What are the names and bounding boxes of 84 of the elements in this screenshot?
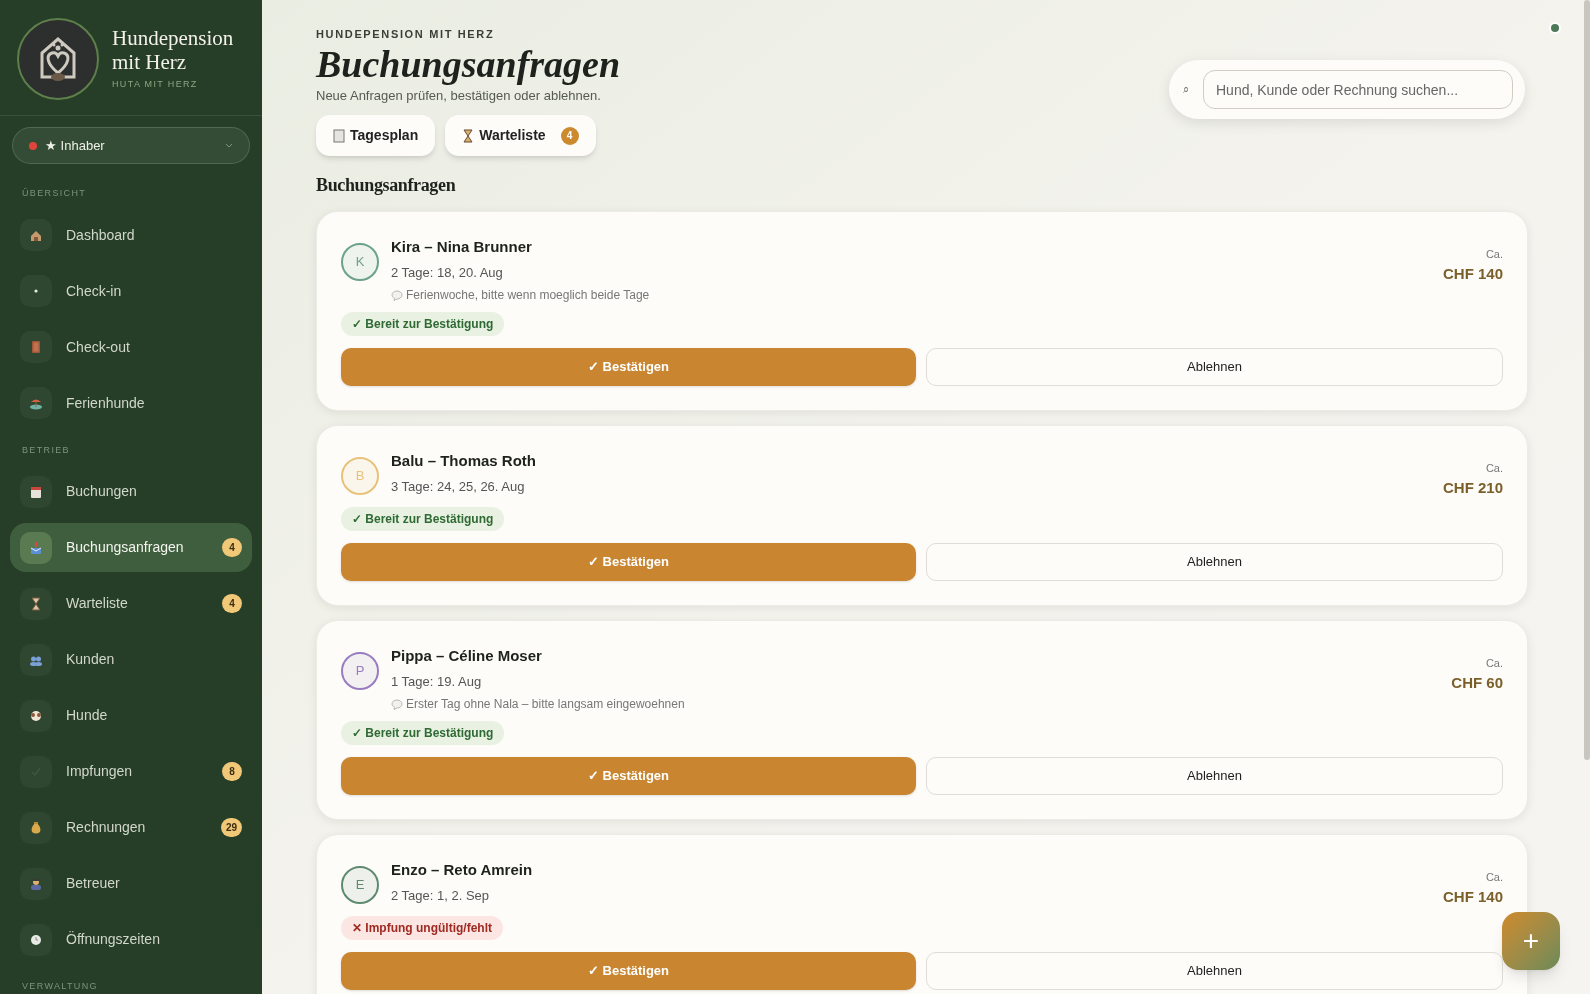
nav-icon (20, 755, 52, 788)
nav-icon (20, 475, 52, 508)
price-label: Ca. (1485, 870, 1503, 885)
scrollbar[interactable] (1584, 0, 1590, 760)
count-badge: 4 (222, 538, 242, 557)
eyebrow-text: HUNDEPENSION MIT HERZ (316, 27, 496, 42)
hourglass-icon (462, 128, 475, 143)
price-label: Ca. (1485, 656, 1503, 671)
avatar: B (341, 457, 379, 495)
count-badge: 4 (560, 126, 579, 145)
reject-button[interactable]: Ablehnen (926, 952, 1503, 990)
count-badge: 8 (222, 762, 242, 781)
nav-icon (20, 699, 52, 732)
nav-item[interactable]: Check-in (10, 266, 252, 316)
request-title: Pippa – Céline Moser (391, 646, 543, 666)
role-select[interactable]: ★ Inhaber (12, 127, 250, 164)
section-label: BETRIEB (21, 443, 71, 457)
request-title: Enzo – Reto Amrein (391, 860, 534, 880)
nav-item[interactable]: Check-out (10, 322, 252, 372)
status-badge: ✓ Bereit zur Bestätigung (341, 507, 505, 531)
speech-bubble-icon (391, 289, 403, 301)
price-label: Ca. (1485, 461, 1503, 476)
request-days: 2 Tage: 1, 2. Sep (391, 885, 1431, 905)
nav-item[interactable]: Öffnungszeiten (10, 915, 252, 964)
nav-icon (20, 587, 52, 620)
nav-item[interactable]: Hunde (10, 691, 252, 740)
brand-subtitle: HUTA MIT HERZ (112, 78, 199, 92)
request-note: Erster Tag ohne Nala – bitte langsam eingewoehnen (406, 696, 685, 713)
request-days: 3 Tage: 24, 25, 26. Aug (391, 476, 1431, 496)
count-badge: 4 (222, 594, 242, 613)
quick-tab[interactable]: Warteliste 4 (445, 115, 596, 156)
nav-icon (20, 275, 52, 307)
nav-icon (20, 331, 52, 363)
nav-item[interactable]: Ferienhunde (10, 378, 252, 428)
reject-button[interactable]: Ablehnen (926, 543, 1503, 581)
status-badge: ✓ Bereit zur Bestätigung (341, 721, 505, 745)
nav-item[interactable]: Impfungen 8 (10, 747, 252, 796)
avatar: P (341, 652, 379, 690)
nav-icon (20, 531, 52, 564)
nav-icon (20, 923, 52, 956)
avatar: E (341, 866, 379, 904)
nav-icon (20, 643, 52, 676)
price-text: CHF 140 (1442, 263, 1503, 284)
search-field[interactable]: Hund, Kunde oder Rechnung suchen... (1203, 70, 1513, 109)
request-days: 1 Tage: 19. Aug (391, 671, 1440, 691)
nav-item[interactable]: Rechnungen 29 (10, 803, 252, 852)
count-badge: 29 (220, 818, 242, 837)
reject-button[interactable]: Ablehnen (926, 348, 1503, 386)
role-label: ★ Inhaber (45, 136, 106, 155)
price-text: CHF 210 (1442, 477, 1503, 498)
speech-bubble-icon (391, 698, 403, 710)
request-title: Kira – Nina Brunner (391, 237, 533, 257)
brand-title: Hundepension mit Herz (112, 26, 235, 75)
nav-icon (20, 219, 52, 251)
calendar-icon (333, 128, 345, 143)
status-badge: ✓ Bereit zur Bestätigung (341, 312, 505, 336)
nav-item[interactable]: Dashboard (10, 210, 252, 260)
logo-icon (16, 17, 100, 101)
nav-icon (20, 387, 52, 419)
nav-item[interactable]: Kunden (10, 635, 252, 684)
avatar: K (341, 243, 379, 281)
nav-icon (20, 867, 52, 900)
price-text: CHF 140 (1442, 886, 1503, 907)
price-label: Ca. (1485, 247, 1503, 262)
reject-button[interactable]: Ablehnen (926, 757, 1503, 795)
page-title: Buchungsanfragen (316, 42, 621, 85)
status-badge: ✕ Impfung ungültig/fehlt (341, 916, 503, 940)
nav-icon (20, 811, 52, 844)
price-text: CHF 60 (1451, 672, 1503, 693)
search-icon: ⌕ (1183, 81, 1193, 98)
quick-tab[interactable]: Tagesplan (316, 115, 436, 156)
request-note: Ferienwoche, bitte wenn moeglich beide Tage (406, 287, 650, 304)
nav-item[interactable]: Buchungen (10, 467, 252, 516)
section-title: Buchungsanfragen (316, 174, 456, 197)
nav-item[interactable]: Warteliste 4 (10, 579, 252, 628)
page-subtitle: Neue Anfragen prüfen, bestätigen oder ablehnen. (316, 86, 601, 105)
section-label: ÜBERSICHT (21, 187, 88, 200)
nav-item[interactable]: Buchungsanfragen 4 (10, 523, 252, 572)
request-title: Balu – Thomas Roth (391, 451, 537, 471)
nav-item[interactable]: Betreuer (10, 859, 252, 908)
status-indicator-icon (1548, 21, 1562, 35)
section-label: VERWALTUNG (21, 980, 99, 993)
chevron-icon (225, 143, 233, 148)
request-days: 2 Tage: 18, 20. Aug (391, 262, 1431, 282)
